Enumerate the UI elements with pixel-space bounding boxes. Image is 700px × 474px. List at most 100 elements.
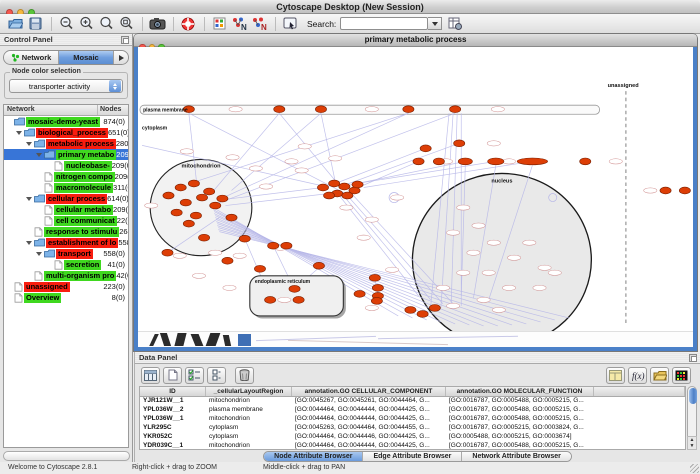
- tree-row[interactable]: cell communicat22(0): [4, 215, 128, 226]
- help-lifebuoy-icon[interactable]: [179, 16, 197, 32]
- tab-mosaic[interactable]: Mosaic: [59, 51, 114, 64]
- disclosure-triangle-icon[interactable]: [16, 128, 24, 137]
- tree-row[interactable]: secretion41(0): [4, 259, 128, 270]
- disclosure-triangle-icon[interactable]: [26, 194, 34, 203]
- select-attributes-icon[interactable]: [185, 367, 204, 384]
- column-header[interactable]: annotation.GO CELLULAR_COMPONENT: [292, 387, 446, 396]
- tree-row-label: multi-organism pro: [44, 271, 116, 281]
- network-tree-panel: Network Nodes mosaic-demo-yeast874(0)bio…: [3, 104, 129, 448]
- table-row[interactable]: YPL036W__1mitochondrion[GO:0044464, GO:0…: [140, 415, 685, 424]
- control-panel-tabs: Network Mosaic: [3, 50, 129, 65]
- folder-icon: [44, 249, 55, 258]
- new-attribute-icon[interactable]: [163, 367, 182, 384]
- tree-row-label: cellular metabo: [54, 205, 113, 215]
- snapshot-camera-icon[interactable]: [148, 16, 166, 32]
- svg-text:endoplasmic reticulum: endoplasmic reticulum: [255, 279, 311, 285]
- tree-row[interactable]: macromolecule311(0): [4, 182, 128, 193]
- tree-row[interactable]: response to stimulu264(0): [4, 226, 128, 237]
- column-header[interactable]: ID: [140, 387, 206, 396]
- status-zoom-hint: Right-click + drag to ZOOM: [132, 464, 217, 471]
- file-icon: [44, 172, 53, 182]
- zoom-fit-icon[interactable]: [117, 16, 135, 32]
- tree-row[interactable]: multi-organism pro42(0): [4, 270, 128, 281]
- float-panel-icon[interactable]: [121, 36, 129, 44]
- tree-row[interactable]: metabolic process280(0): [4, 138, 128, 149]
- tree-row-count: 558(0): [118, 238, 128, 247]
- table-row[interactable]: YPL036W__2plasma membrane[GO:0044464, GO…: [140, 406, 685, 415]
- tree-row[interactable]: biological_process651(0): [4, 127, 128, 138]
- svg-text:N: N: [241, 23, 247, 31]
- tab-network-attribute-browser[interactable]: Network Attribute Browser: [462, 452, 570, 461]
- control-panel-header: Control Panel: [0, 34, 132, 46]
- tree-row[interactable]: nitrogen compo209(0): [4, 171, 128, 182]
- open-file-icon[interactable]: [6, 16, 24, 32]
- vscroll-arrows[interactable]: ▲▼: [687, 436, 697, 450]
- table-row[interactable]: YJR121W__1mitochondrion[GO:0045267, GO:0…: [140, 397, 685, 406]
- disclosure-triangle-icon[interactable]: [36, 249, 44, 258]
- function-builder-icon[interactable]: f(x): [628, 367, 647, 384]
- filter-icon[interactable]: [446, 16, 464, 32]
- tab-network[interactable]: Network: [4, 51, 59, 64]
- annotation-icon[interactable]: [281, 16, 299, 32]
- table-row[interactable]: YKR052Ccytoplasm[GO:0044464, GO:0044446,…: [140, 433, 685, 442]
- svg-text:unassigned: unassigned: [608, 83, 640, 89]
- svg-text:plasma membrane: plasma membrane: [143, 108, 188, 114]
- table-cell: [GO:0016787, GO:0005488, GO:0005215, G..…: [446, 415, 594, 424]
- network-canvas[interactable]: plasma membranecytoplasmmitochondrionnuc…: [138, 47, 693, 331]
- tree-row-label: mosaic-demo-yeast: [26, 117, 100, 127]
- destroy-network-icon[interactable]: N: [250, 16, 268, 32]
- color-attribute-dropdown[interactable]: transporter activity: [9, 79, 123, 93]
- tree-row-label: nucleobase-: [64, 161, 112, 171]
- zoom-selected-icon[interactable]: [97, 16, 115, 32]
- background-window-fragment: [138, 331, 693, 347]
- zoom-out-icon[interactable]: [57, 16, 75, 32]
- table-row[interactable]: YDR039C__1mitochondrion[GO:0044464, GO:0…: [140, 442, 685, 450]
- column-header[interactable]: _cellularLayoutRegion: [206, 387, 292, 396]
- network-graph[interactable]: plasma membranecytoplasmmitochondrionnuc…: [138, 47, 693, 331]
- import-attributes-icon[interactable]: [650, 367, 669, 384]
- table-row[interactable]: YLR295Ccytoplasm[GO:0045263, GO:0044464,…: [140, 424, 685, 433]
- tree-col-network[interactable]: Network: [4, 105, 98, 115]
- matrix-view-icon[interactable]: [672, 367, 691, 384]
- tree-row[interactable]: nucleobase-209(0): [4, 160, 128, 171]
- tree-col-nodes[interactable]: Nodes: [98, 105, 128, 115]
- tabs-overflow-icon[interactable]: [114, 51, 128, 64]
- network-window-titlebar[interactable]: primary metabolic process: [134, 34, 697, 47]
- search-input[interactable]: [340, 17, 428, 30]
- tree-row[interactable]: mosaic-demo-yeast874(0): [4, 116, 128, 127]
- tree-row[interactable]: transport558(0): [4, 248, 128, 259]
- resize-grip[interactable]: [690, 464, 699, 473]
- attribute-table[interactable]: ID_cellularLayoutRegionannotation.GO CEL…: [139, 386, 686, 450]
- save-icon[interactable]: [26, 16, 44, 32]
- tab-node-attribute-browser[interactable]: Node Attribute Browser: [264, 452, 363, 461]
- table-cell: plasma membrane: [206, 406, 292, 415]
- delete-attribute-icon[interactable]: [235, 367, 254, 384]
- disclosure-triangle-icon[interactable]: [26, 238, 34, 247]
- status-welcome: Welcome to Cytoscape 2.8.1: [8, 464, 97, 471]
- data-panel-toolbar: f(x): [135, 364, 700, 386]
- tree-row[interactable]: primary metabo209(...: [4, 149, 128, 160]
- tree-row[interactable]: unassigned223(0): [4, 281, 128, 292]
- tree-row[interactable]: cellular process614(0): [4, 193, 128, 204]
- search-dropdown-icon[interactable]: [428, 17, 442, 30]
- disclosure-triangle-icon[interactable]: [26, 139, 34, 148]
- disclosure-triangle-icon[interactable]: [36, 150, 44, 159]
- vizmapper-icon[interactable]: [210, 16, 228, 32]
- tree-row[interactable]: Overview8(0): [4, 292, 128, 303]
- tree-row[interactable]: establishment of lo558(0): [4, 237, 128, 248]
- folder-icon: [14, 117, 25, 126]
- dropdown-value: transporter activity: [10, 82, 109, 91]
- control-panel-hscrollbar[interactable]: [3, 451, 130, 461]
- data-panel-float-icon[interactable]: [689, 354, 697, 362]
- table-cell: [GO:0045267, GO:0045261, GO:0044464, G..…: [292, 397, 446, 406]
- tab-edge-attribute-browser[interactable]: Edge Attribute Browser: [363, 452, 462, 461]
- create-network-icon[interactable]: N: [230, 16, 248, 32]
- table-icon[interactable]: [141, 367, 160, 384]
- vscroll-thumb[interactable]: [689, 388, 697, 404]
- table-cell: YLR295C: [140, 424, 206, 433]
- attribute-panel-icon[interactable]: [606, 367, 625, 384]
- tree-row[interactable]: cellular metabo209(0): [4, 204, 128, 215]
- unselect-attributes-icon[interactable]: [207, 367, 226, 384]
- zoom-in-icon[interactable]: [77, 16, 95, 32]
- column-header[interactable]: annotation.GO MOLECULAR_FUNCTION: [446, 387, 594, 396]
